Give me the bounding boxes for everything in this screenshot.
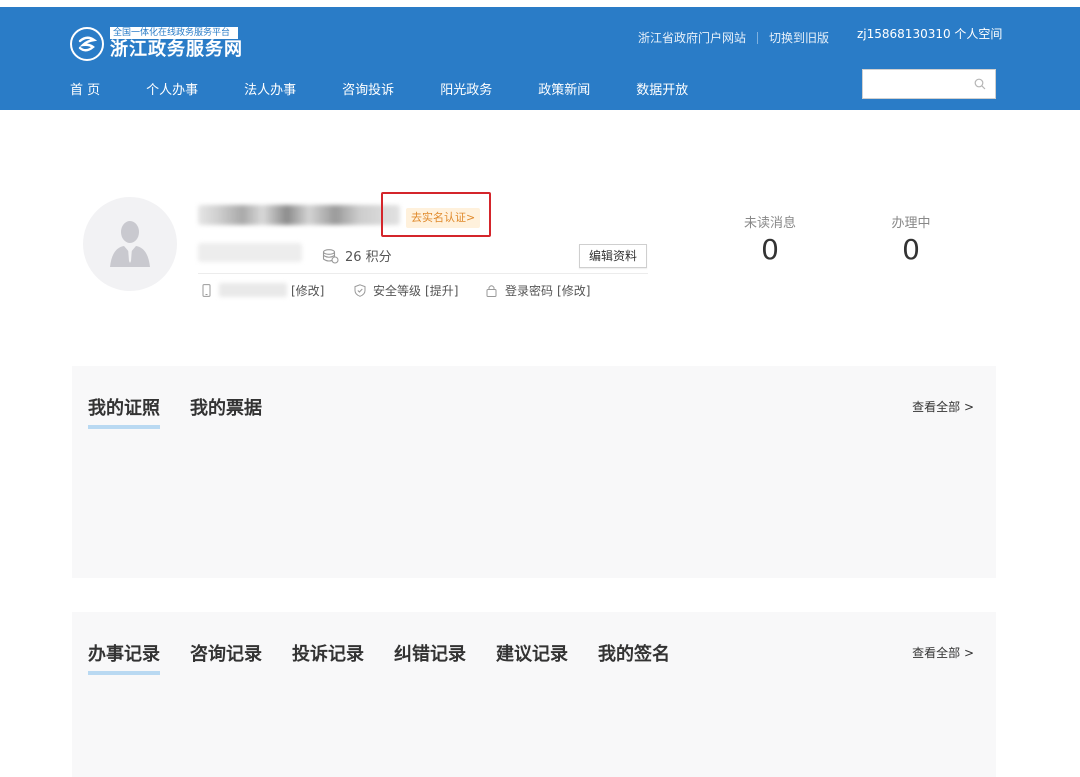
search-icon[interactable] (974, 78, 986, 90)
nav-open-government[interactable]: 阳光政务 (440, 79, 492, 98)
shield-icon (354, 283, 366, 297)
nav-legal-person-affairs[interactable]: 法人办事 (244, 79, 296, 98)
top-links: 浙江省政府门户网站 切换到旧版 (638, 29, 829, 46)
top-links-divider (757, 31, 759, 44)
lock-icon (486, 284, 497, 297)
phone-modify-link[interactable]: [修改] (291, 282, 324, 299)
tab-suggestion-records[interactable]: 建议记录 (496, 640, 568, 675)
certificates-view-all-link[interactable]: 查看全部 > (912, 398, 974, 415)
switch-old-version-link[interactable]: 切换到旧版 (769, 29, 829, 46)
tab-affairs-records[interactable]: 办事记录 (88, 640, 160, 675)
tab-consult-records[interactable]: 咨询记录 (190, 640, 262, 675)
tab-my-certificates[interactable]: 我的证照 (88, 394, 160, 429)
site-header: 全国一体化在线政务服务平台 浙江政务服务网 浙江省政府门户网站 切换到旧版 zj… (0, 7, 1080, 110)
logo-subtitle: 全国一体化在线政务服务平台 (110, 27, 238, 39)
tab-correction-records[interactable]: 纠错记录 (394, 640, 466, 675)
user-silhouette-icon (110, 221, 150, 267)
points-value: 26 积分 (345, 250, 392, 265)
nav-home[interactable]: 首 页 (70, 79, 100, 98)
phone-number-blurred (219, 283, 287, 297)
security-upgrade-link[interactable]: [提升] (425, 282, 458, 299)
main-nav: 首 页 个人办事 法人办事 咨询投诉 阳光政务 政策新闻 数据开放 (70, 79, 734, 98)
unread-messages-stat[interactable]: 未读消息 0 (732, 212, 808, 267)
highlight-annotation (381, 192, 491, 237)
nav-policy-news[interactable]: 政策新闻 (538, 79, 590, 98)
login-password-label: 登录密码 (505, 283, 554, 298)
tab-my-receipts[interactable]: 我的票据 (190, 394, 262, 429)
tab-complaint-records[interactable]: 投诉记录 (292, 640, 364, 675)
in-progress-count: 0 (902, 233, 920, 266)
in-progress-label: 办理中 (891, 216, 931, 231)
unread-messages-label: 未读消息 (743, 216, 796, 231)
phone-icon (202, 283, 211, 297)
password-modify-link[interactable]: [修改] (557, 282, 590, 299)
unread-messages-count: 0 (761, 233, 779, 266)
nav-personal-affairs[interactable]: 个人办事 (146, 79, 198, 98)
username-blurred (198, 205, 400, 225)
nav-consult-complaint[interactable]: 咨询投诉 (342, 79, 394, 98)
security-level-label: 安全等级 (373, 283, 422, 298)
search-input[interactable] (862, 69, 996, 99)
profile-divider (198, 273, 648, 274)
certificates-panel: 我的证照 我的票据 查看全部 > (72, 366, 996, 578)
records-view-all-link[interactable]: 查看全部 > (912, 644, 974, 661)
logo-title: 浙江政务服务网 (110, 39, 243, 60)
phone-cell: [修改] (202, 281, 324, 299)
user-info-blurred (198, 243, 302, 262)
certificates-tabs: 我的证照 我的票据 (88, 394, 292, 429)
user-space-link[interactable]: zj15868130310 个人空间 (857, 25, 1002, 42)
site-logo[interactable]: 全国一体化在线政务服务平台 浙江政务服务网 (70, 24, 243, 64)
edit-profile-button[interactable]: 编辑资料 (579, 244, 647, 268)
avatar[interactable] (83, 197, 177, 291)
account-security-row: [修改] 安全等级 [提升] 登录密码 [修改] (202, 281, 652, 299)
login-password-cell: 登录密码 [修改] (486, 281, 590, 299)
in-progress-stat[interactable]: 办理中 0 (880, 212, 942, 267)
tab-my-signature[interactable]: 我的签名 (598, 640, 670, 675)
nav-open-data[interactable]: 数据开放 (636, 79, 688, 98)
points-display: 26 积分 (322, 246, 392, 265)
gov-portal-link[interactable]: 浙江省政府门户网站 (638, 29, 746, 46)
records-panel: 办事记录 咨询记录 投诉记录 纠错记录 建议记录 我的签名 查看全部 > (72, 612, 996, 777)
logo-emblem-icon (70, 27, 104, 61)
coins-icon (322, 248, 339, 264)
security-level-cell: 安全等级 [提升] (354, 281, 458, 299)
records-tabs: 办事记录 咨询记录 投诉记录 纠错记录 建议记录 我的签名 (88, 640, 700, 675)
